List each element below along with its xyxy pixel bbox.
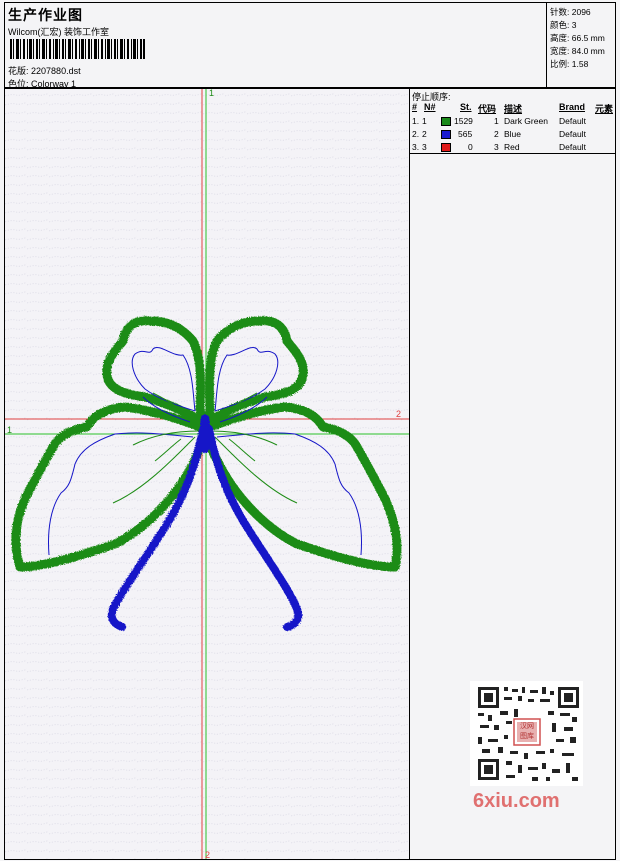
col-code: 代码	[478, 104, 497, 114]
stop-sequence-header: # N# St. 代码 描述 Brand 元素	[410, 102, 615, 114]
design-stats: 针数: 2096 颜色: 3 高度: 66.5 mm 宽度: 84.0 mm 比…	[546, 2, 616, 88]
row-brand: Default	[559, 129, 586, 139]
design-file-line: 花版: 2207880.dst	[8, 64, 81, 77]
color-count-value: 3	[571, 20, 577, 30]
barcode	[10, 39, 145, 59]
studio-name: Wilcom(汇宏) 装饰工作室	[8, 27, 109, 37]
color-swatch	[441, 130, 451, 139]
stitch-count-label: 针数:	[550, 7, 570, 17]
row-description: Red	[504, 142, 520, 152]
row-index: 3.	[412, 142, 420, 152]
design-canvas: 1 2 1 2	[4, 88, 410, 860]
color-count: 颜色: 3	[550, 19, 576, 31]
col-description: 描述	[504, 104, 523, 114]
row-code: 3	[494, 142, 499, 152]
row-stitches: 0	[468, 142, 473, 152]
color-swatch	[441, 143, 451, 152]
row-brand: Default	[559, 142, 586, 152]
row-description: Dark Green	[504, 116, 548, 126]
design-scale-label: 比例:	[550, 59, 570, 69]
row-description: Blue	[504, 129, 522, 139]
design-height-value: 66.5 mm	[571, 33, 605, 43]
design-width-value: 84.0 mm	[571, 46, 605, 56]
row-brand: Default	[559, 116, 586, 126]
table-row: 1. 1 1529 1 Dark Green Default	[410, 116, 615, 129]
row-code: 1	[494, 116, 499, 126]
axis-marker-right: 2	[396, 409, 401, 419]
col-element: 元素	[595, 104, 614, 114]
design-height: 高度: 66.5 mm	[550, 32, 605, 44]
row-code: 2	[494, 129, 499, 139]
row-number: 2	[422, 129, 427, 139]
color-count-label: 颜色:	[550, 20, 570, 30]
axis-marker-bottom: 2	[205, 850, 210, 860]
col-stitches: St.	[460, 102, 472, 112]
embroidery-design: 1 2 1 2	[5, 89, 409, 860]
qr-code: 汉网图库	[470, 681, 583, 786]
row-stitches: 1529	[454, 116, 473, 126]
row-index: 1.	[412, 116, 420, 126]
design-height-label: 高度:	[550, 33, 570, 43]
qr-badge-text: 汉网图库	[520, 723, 534, 740]
row-index: 2.	[412, 129, 420, 139]
axis-marker-top: 1	[209, 89, 214, 98]
table-row: 2. 2 565 2 Blue Default	[410, 129, 615, 142]
row-number: 3	[422, 142, 427, 152]
col-brand: Brand	[559, 102, 586, 112]
row-number: 1	[422, 116, 427, 126]
design-width: 宽度: 84.0 mm	[550, 45, 605, 57]
design-file-label: 花版:	[8, 66, 29, 76]
design-scale: 比例: 1.58	[550, 58, 588, 70]
col-index: #	[412, 102, 418, 112]
design-file-name: 2207880.dst	[31, 66, 81, 76]
sheet-title: 生产作业图	[8, 7, 83, 23]
site-watermark: 6xiu.com	[473, 790, 560, 812]
axis-marker-left: 1	[7, 425, 12, 435]
row-stitches: 565	[458, 129, 473, 139]
color-swatch	[441, 117, 451, 126]
col-number: N#	[424, 102, 436, 112]
sheet-header: 生产作业图 Wilcom(汇宏) 装饰工作室 花版: 2207880.dst 色…	[4, 2, 616, 89]
stitch-count-value: 2096	[571, 7, 591, 17]
design-scale-value: 1.58	[571, 59, 589, 69]
stitch-count: 针数: 2096	[550, 6, 591, 18]
design-width-label: 宽度:	[550, 46, 570, 56]
table-divider	[410, 153, 615, 154]
